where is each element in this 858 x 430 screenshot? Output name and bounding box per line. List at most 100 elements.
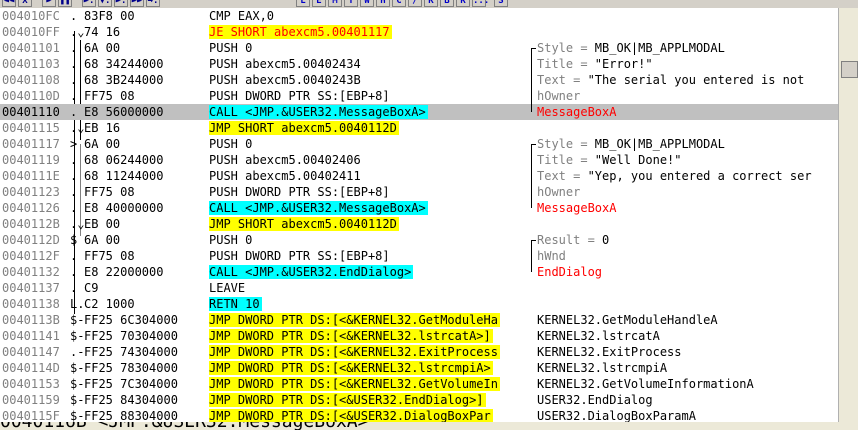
instruction-text: PUSH 0	[209, 137, 253, 151]
toolbar-button[interactable]: ►:	[114, 0, 128, 7]
row-comment: KERNEL32.GetModuleHandleA	[537, 312, 837, 328]
disassembly-row[interactable]: 00401123. FF75 08 PUSH DWORD PTR SS:[EBP+8…	[0, 184, 858, 200]
disassembly-row[interactable]: 00401115 .⌄ EB 16 JMP SHORT abexcm5.0040112…	[0, 120, 858, 136]
row-address: 0040112D	[2, 233, 60, 247]
disassembly-row[interactable]: 00401153 $- FF25 7C304000 JMP DWORD PTR DS:…	[0, 376, 858, 392]
toolbar-button[interactable]: X	[18, 0, 32, 7]
toolbar-window-button[interactable]: ...	[472, 0, 489, 7]
row-marker: .⌄	[70, 121, 85, 135]
toolbar-window-button[interactable]: M	[328, 0, 342, 7]
row-instruction: CALL <JMP.&USER32.MessageBoxA>	[209, 200, 527, 216]
disassembly-row[interactable]: 0040110D. FF75 08 PUSH DWORD PTR SS:[EBP+8…	[0, 88, 858, 104]
scrollbar-thumb[interactable]	[841, 61, 858, 78]
disassembly-row[interactable]: 0040114D $- FF25 78304000 JMP DWORD PTR DS:…	[0, 360, 858, 376]
disassembly-row[interactable]: 00401132. E8 22000000 CALL <JMP.&USER32.En…	[0, 264, 858, 280]
disassembly-row[interactable]: 0040113B $- FF25 6C304000 JMP DWORD PTR DS:…	[0, 312, 858, 328]
toolbar-button[interactable]: ▼:	[98, 0, 112, 7]
disassembly-row[interactable]: 0040115F $- FF25 88304000 JMP DWORD PTR DS:…	[0, 408, 858, 422]
toolbar-window-button[interactable]: B	[440, 0, 454, 7]
row-instruction: JE SHORT abexcm5.00401117	[209, 24, 527, 40]
disassembly-pane[interactable]: 004010FC. 83F8 00 CMP EAX,0 004010FF .⌄ 74 16…	[0, 8, 858, 422]
disassembly-row[interactable]: 00401119. 68 06244000 PUSH abexcm5.0040240…	[0, 152, 858, 168]
toolbar-button[interactable]: ❚❚	[58, 0, 72, 7]
row-comment: hOwner	[537, 184, 837, 200]
toolbar-button[interactable]: ►:	[82, 0, 96, 7]
comment-value: MB_OK|MB_APPLMODAL	[594, 41, 725, 55]
toolbar-window-button[interactable]: S	[494, 0, 508, 7]
disassembly-row[interactable]: 0040111E. 68 11244000 PUSH abexcm5.0040241…	[0, 168, 858, 184]
comment-label: Style =	[537, 41, 595, 55]
toolbar-window-button[interactable]: L	[296, 0, 310, 7]
row-address: 00401138	[2, 297, 60, 311]
toolbar-window-button[interactable]: /	[408, 0, 422, 7]
row-comment: KERNEL32.ExitProcess	[537, 344, 837, 360]
instruction-text: PUSH abexcm5.00402434	[209, 57, 361, 71]
row-comment: Text = "The serial you entered is not	[537, 72, 837, 88]
row-instruction: PUSH abexcm5.00402411	[209, 168, 527, 184]
toolbar-window-button[interactable]: T	[344, 0, 358, 7]
row-instruction: CALL <JMP.&USER32.MessageBoxA>	[209, 104, 527, 120]
row-hex-bytes: E8 56000000	[84, 105, 164, 119]
disassembly-row[interactable]: 004010FF .⌄ 74 16 JE SHORT abexcm5.00401117	[0, 24, 858, 40]
disassembly-row[interactable]: 0040112D $6A 00 PUSH 0 Result = 0	[0, 232, 858, 248]
toolbar-window-button[interactable]: W	[360, 0, 374, 7]
disassembly-row[interactable]: 00401117 >6A 00 PUSH 0 Style = MB_OK|MB_APP…	[0, 136, 858, 152]
comment-bracket-line	[531, 240, 532, 272]
row-comment: KERNEL32.GetVolumeInformationA	[537, 376, 837, 392]
row-hex-bytes: 68 06244000	[84, 153, 164, 167]
disassembly-row[interactable]: 00401141 $- FF25 70304000 JMP DWORD PTR DS:…	[0, 328, 858, 344]
toolbar-button[interactable]: ◄◄	[2, 0, 16, 7]
row-address: 00401137	[2, 281, 60, 295]
disassembly-row[interactable]: 00401108. 68 3B244000 PUSH abexcm5.0040243…	[0, 72, 858, 88]
status-bar: 0040116B <JMP.&USER32.MessageBoxA>	[0, 422, 858, 430]
row-address: 004010FC	[2, 9, 60, 23]
row-address: 00401159	[2, 393, 60, 407]
disassembly-row[interactable]: 004010FC. 83F8 00 CMP EAX,0	[0, 8, 858, 24]
instruction-text: PUSH abexcm5.0040243B	[209, 73, 361, 87]
disassembly-row[interactable]: 00401147 .- FF25 74304000 JMP DWORD PTR DS:…	[0, 344, 858, 360]
toolbar-window-button[interactable]: E	[312, 0, 326, 7]
disassembly-row[interactable]: 00401101. 6A 00 PUSH 0 Style = MB_OK|MB_APP…	[0, 40, 858, 56]
row-marker: .	[70, 265, 78, 279]
toolbar-window-button[interactable]: R	[456, 0, 470, 7]
vertical-scrollbar[interactable]	[838, 8, 858, 422]
comment-label: Title =	[537, 153, 595, 167]
row-comment: MessageBoxA	[537, 104, 837, 120]
row-comment: Text = "Yep, you entered a correct ser	[537, 168, 837, 184]
row-address: 00401115	[2, 121, 60, 135]
row-marker: .	[70, 9, 78, 23]
row-marker: $-	[70, 377, 85, 391]
row-address: 00401126	[2, 201, 60, 215]
toolbar-button[interactable]: ►►	[130, 0, 144, 7]
toolbar-window-button[interactable]: K	[424, 0, 438, 7]
row-address: 0040112B	[2, 217, 60, 231]
disassembly-row[interactable]: 00401138 L. C2 1000 RETN 10	[0, 296, 858, 312]
comment-value: KERNEL32.lstrcatA	[537, 329, 660, 343]
toolbar-button[interactable]: ►	[42, 0, 56, 7]
toolbar-window-button[interactable]: C	[392, 0, 406, 7]
disassembly-row[interactable]: 0040112F. FF75 08 PUSH DWORD PTR SS:[EBP+8…	[0, 248, 858, 264]
disassembly-row[interactable]: 00401126. E8 40000000 CALL <JMP.&USER32.Me…	[0, 200, 858, 216]
row-address: 00401132	[2, 265, 60, 279]
toolbar: ◄◄ X ► ❚❚ ►: ▼: ►: ►► →: L E M T W H C / K B R... S	[0, 0, 858, 8]
row-hex-bytes: FF75 08	[84, 89, 135, 103]
row-address: 0040115F	[2, 409, 60, 422]
disassembly-row[interactable]: 00401110. E8 56000000 CALL <JMP.&USER32.Me…	[0, 104, 858, 120]
toolbar-button[interactable]: →:	[146, 0, 160, 7]
disassembly-row[interactable]: 00401159 $- FF25 84304000 JMP DWORD PTR DS:…	[0, 392, 858, 408]
row-marker: .	[70, 249, 78, 263]
disassembly-row[interactable]: 0040112B .⌄ EB 00 JMP SHORT abexcm5.0040112…	[0, 216, 858, 232]
instruction-text: JE SHORT abexcm5.00401117	[209, 25, 392, 39]
comment-bracket-tick	[531, 144, 536, 145]
row-hex-bytes: 6A 00	[84, 137, 121, 151]
row-hex-bytes: E8 40000000	[84, 201, 164, 215]
row-address: 0040114D	[2, 361, 60, 375]
row-comment: KERNEL32.lstrcmpiA	[537, 360, 837, 376]
disassembly-row[interactable]: 00401103. 68 34244000 PUSH abexcm5.0040243…	[0, 56, 858, 72]
comment-value: "Error!"	[594, 57, 653, 71]
disassembly-row[interactable]: 00401137. C9 LEAVE	[0, 280, 858, 296]
toolbar-window-button[interactable]: H	[376, 0, 390, 7]
row-comment: KERNEL32.lstrcatA	[537, 328, 837, 344]
instruction-text: PUSH abexcm5.00402411	[209, 169, 361, 183]
row-address: 00401141	[2, 329, 60, 343]
